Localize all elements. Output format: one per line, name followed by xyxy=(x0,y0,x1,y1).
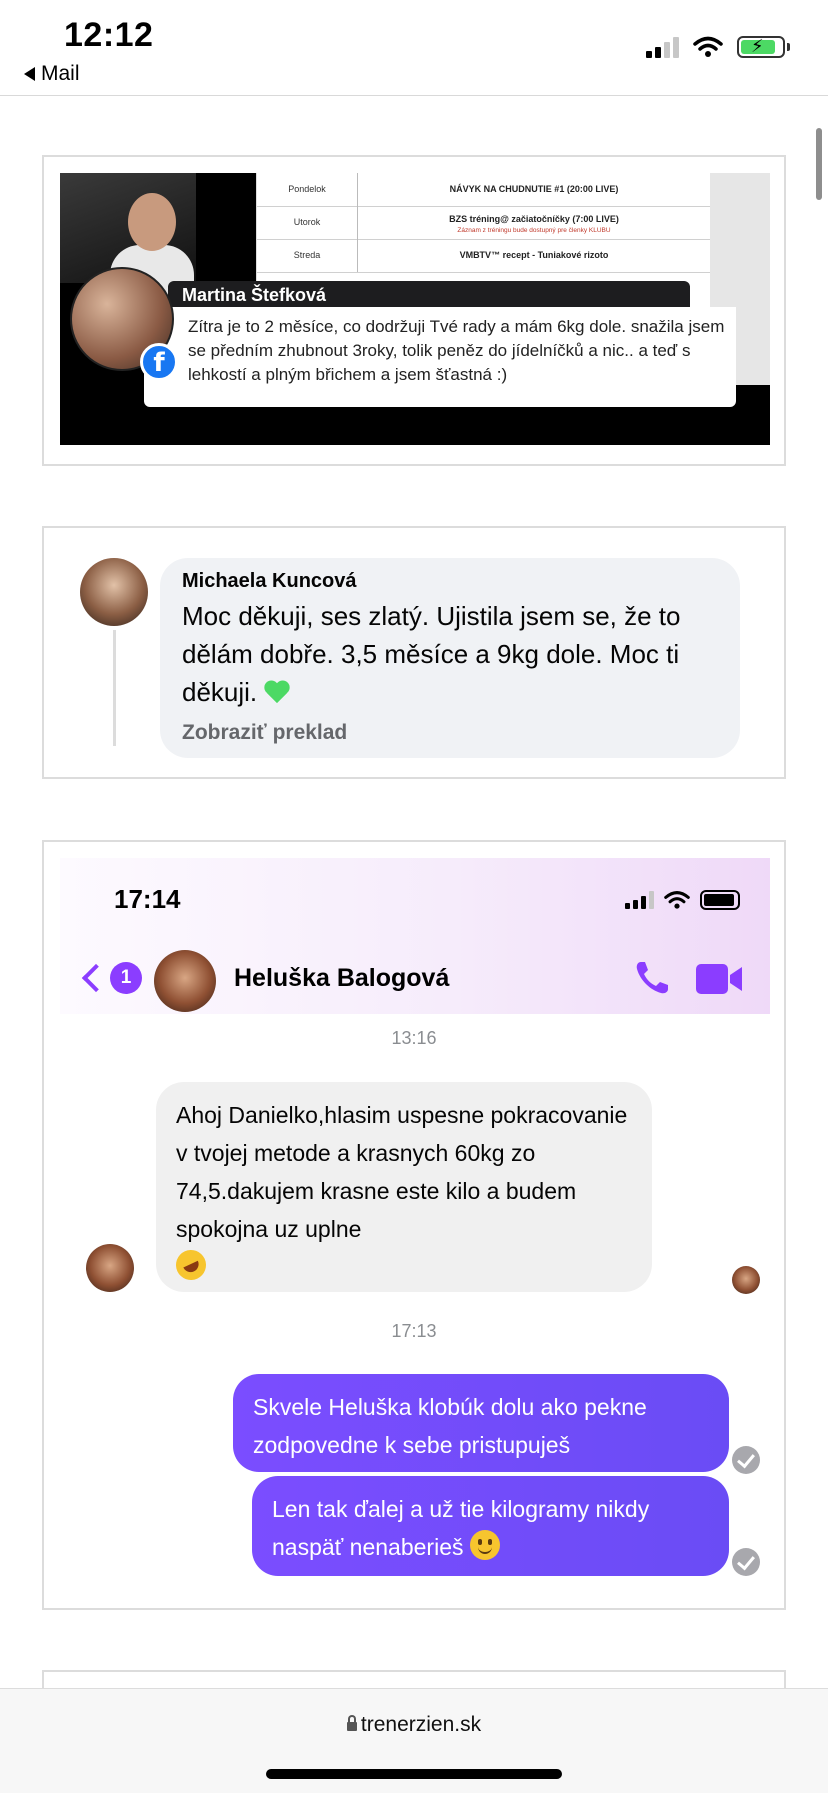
message-timestamp: 13:16 xyxy=(391,1028,437,1048)
status-icons xyxy=(625,890,740,910)
back-label: Mail xyxy=(41,62,80,85)
battery-charging-icon: ⚡ xyxy=(737,36,785,58)
laughing-emoji-icon xyxy=(171,1245,211,1285)
testimonial-card-2: Michaela Kuncová Moc děkuji, ses zlatý. … xyxy=(42,526,786,779)
avatar xyxy=(80,558,148,626)
incoming-message-bubble[interactable]: Ahoj Danielko,hlasim uspesne pokracovani… xyxy=(156,1082,652,1292)
battery-cap xyxy=(787,43,790,51)
commenter-name: Michaela Kuncová xyxy=(182,570,357,592)
wifi-icon xyxy=(664,891,690,909)
smiling-emoji-icon xyxy=(469,1530,500,1560)
status-time: 12:12 xyxy=(64,16,154,54)
lock-icon xyxy=(346,1715,357,1731)
sender-avatar xyxy=(86,1244,134,1292)
status-icons: ⚡ xyxy=(646,36,790,58)
battery-icon xyxy=(700,890,740,910)
testimonial-card-3: 17:14 1 Heluška Balogová 13:16 Ahoj Dani… xyxy=(42,840,786,1610)
contact-avatar[interactable] xyxy=(154,950,216,1012)
status-bar: 12:12 Mail ⚡ xyxy=(0,0,828,96)
comment-bubble: Michaela Kuncová Moc děkuji, ses zlatý. … xyxy=(160,558,740,758)
phone-icon[interactable] xyxy=(632,958,672,998)
facebook-comment-screenshot: Pondelok NÁVYK NA CHUDNUTIE #1 (20:00 LI… xyxy=(60,173,770,445)
cellular-signal-icon xyxy=(646,36,679,58)
url-text: trenerzien.sk xyxy=(360,1713,482,1736)
browser-bottom-bar: trenerzien.sk xyxy=(0,1688,828,1793)
schedule-row: Pondelok NÁVYK NA CHUDNUTIE #1 (20:00 LI… xyxy=(257,173,711,207)
unread-count-badge: 1 xyxy=(110,962,142,994)
comment-text: Moc děkuji, ses zlatý. Ujistila jsem se,… xyxy=(182,601,681,707)
status-time: 17:14 xyxy=(114,884,181,914)
video-call-icon[interactable] xyxy=(696,964,744,994)
commenter-name: Martina Štefková xyxy=(168,281,690,309)
contact-name[interactable]: Heluška Balogová xyxy=(234,964,449,993)
sent-check-icon xyxy=(732,1446,760,1474)
chevron-left-icon xyxy=(81,963,111,993)
seen-indicator-avatar xyxy=(732,1266,760,1294)
outgoing-message-bubble[interactable]: Len tak ďalej a už tie kilogramy nikdy n… xyxy=(252,1476,729,1576)
back-button[interactable]: 1 xyxy=(80,962,142,994)
scrollbar[interactable] xyxy=(816,128,822,200)
green-heart-icon xyxy=(264,679,290,705)
testimonial-card-1: Pondelok NÁVYK NA CHUDNUTIE #1 (20:00 LI… xyxy=(42,155,786,466)
address-bar[interactable]: trenerzien.sk xyxy=(0,1713,828,1737)
comment-text: Zítra je to 2 měsíce, co dodržuji Tvé ra… xyxy=(144,307,736,407)
facebook-icon: f xyxy=(140,343,178,381)
schedule-row: Streda VMBTV™ recept - Tuniakové rizoto xyxy=(257,239,711,273)
thread-line xyxy=(113,630,116,746)
cellular-signal-icon xyxy=(625,891,654,909)
home-indicator[interactable] xyxy=(266,1769,562,1779)
translate-link[interactable]: Zobraziť preklad xyxy=(182,721,718,745)
back-to-mail-button[interactable]: Mail xyxy=(24,62,80,86)
message-timestamp: 17:13 xyxy=(391,1321,437,1341)
back-triangle-icon xyxy=(24,67,35,81)
messenger-header: 17:14 1 Heluška Balogová xyxy=(60,858,770,1014)
outgoing-message-bubble[interactable]: Skvele Heluška klobúk dolu ako pekne zod… xyxy=(233,1374,729,1472)
schedule-row: Utorok BZS tréning@ začiatočníčky (7:00 … xyxy=(257,206,711,240)
wifi-icon xyxy=(693,36,723,57)
sent-check-icon xyxy=(732,1548,760,1576)
